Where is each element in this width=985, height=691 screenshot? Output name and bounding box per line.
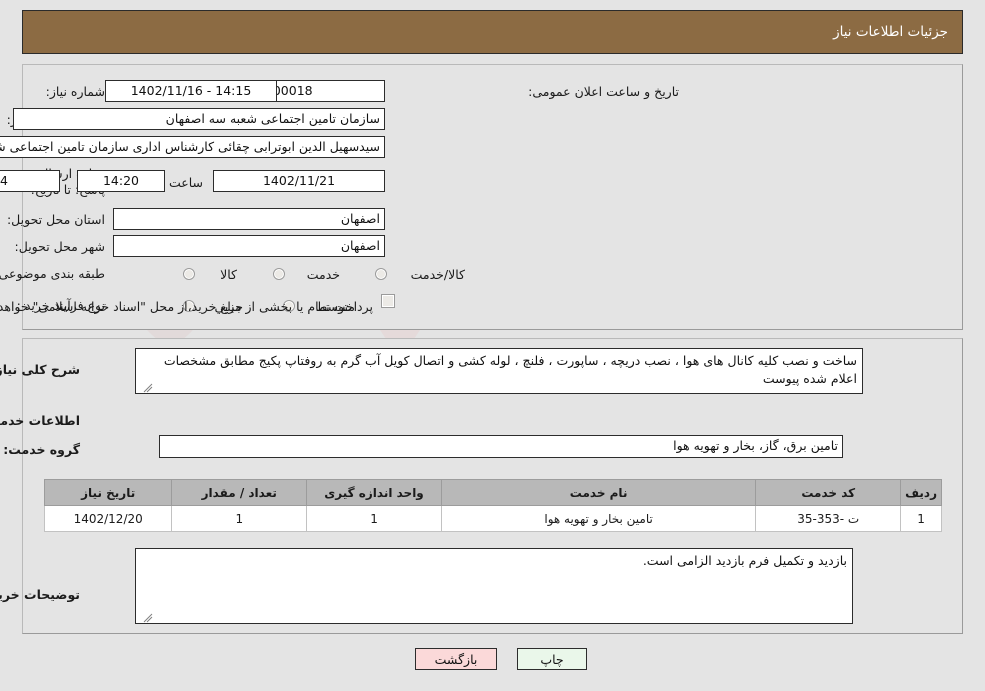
th-qty: تعداد / مقدار bbox=[171, 479, 308, 506]
page-title: جزئیات اطلاعات نیاز bbox=[833, 24, 948, 40]
th-code: کد خدمت bbox=[755, 479, 902, 506]
td-code: ت -353-35 bbox=[755, 505, 902, 532]
table-header-row: ردیف کد خدمت نام خدمت واحد اندازه گیری ت… bbox=[43, 479, 942, 506]
buyer-org-value: سازمان تامین اجتماعی شعبه سه اصفهان bbox=[13, 108, 385, 130]
overall-desc-label: شرح کلی نیاز: bbox=[0, 362, 80, 377]
public-announce-label: تاریخ و ساعت اعلان عمومی: bbox=[528, 84, 679, 99]
td-name: تامین بخار و تهویه هوا bbox=[440, 505, 757, 532]
th-name: نام خدمت bbox=[440, 479, 757, 506]
td-unit: 1 bbox=[306, 505, 442, 532]
deadline-time-value: 14:20 bbox=[77, 170, 165, 192]
th-need-date: تاریخ نیاز bbox=[43, 479, 173, 506]
radio-category-service-label: خدمت bbox=[306, 267, 340, 282]
province-value: اصفهان bbox=[113, 208, 385, 230]
top-info-panel bbox=[22, 64, 963, 330]
public-announce-value: 14:15 - 1402/11/16 bbox=[105, 80, 277, 102]
overall-desc-textarea[interactable]: ساخت و نصب کلیه کانال های هوا ، نصب دریچ… bbox=[135, 348, 863, 394]
th-unit: واحد اندازه گیری bbox=[306, 479, 442, 506]
page-header: جزئیات اطلاعات نیاز bbox=[22, 10, 963, 54]
radio-category-goods-label: کالا bbox=[220, 267, 237, 282]
td-need-date: 1402/12/20 bbox=[43, 505, 173, 532]
th-index: ردیف bbox=[900, 479, 942, 506]
buyer-notes-label: توضیحات خریدار: bbox=[0, 587, 80, 602]
td-qty: 1 bbox=[171, 505, 308, 532]
need-number-label: شماره نیاز: bbox=[45, 84, 105, 99]
buyer-notes-textarea[interactable]: بازدید و تکمیل فرم بازدید الزامی است. bbox=[135, 548, 853, 624]
treasury-note-text: پرداخت تمام یا بخشی از مبلغ خرید،از محل … bbox=[0, 299, 373, 314]
radio-category-goods[interactable] bbox=[183, 268, 195, 280]
treasury-checkbox[interactable] bbox=[381, 294, 395, 308]
service-group-label: گروه خدمت: bbox=[3, 442, 80, 457]
back-button[interactable]: بازگشت bbox=[415, 648, 497, 670]
radio-category-goods-service-label: کالا/خدمت bbox=[410, 267, 465, 282]
radio-category-service[interactable] bbox=[273, 268, 285, 280]
print-button[interactable]: چاپ bbox=[517, 648, 587, 670]
services-section-title: اطلاعات خدمات مورد نیاز bbox=[0, 413, 80, 428]
service-group-value: تامین برق، گاز، بخار و تهویه هوا bbox=[159, 435, 843, 458]
city-label: شهر محل تحویل: bbox=[14, 239, 105, 254]
category-label: طبقه بندی موضوعی: bbox=[0, 266, 105, 281]
services-table: ردیف کد خدمت نام خدمت واحد اندازه گیری ت… bbox=[43, 479, 942, 532]
td-index: 1 bbox=[900, 505, 942, 532]
page-root: AriaTender.net جزئیات اطلاعات نیاز شماره… bbox=[0, 0, 985, 691]
province-label: استان محل تحویل: bbox=[6, 212, 105, 227]
table-row[interactable]: 1 ت -353-35 تامین بخار و تهویه هوا 1 1 1… bbox=[43, 505, 942, 532]
remaining-days-value: 4 bbox=[0, 170, 60, 192]
deadline-hour-label: ساعت bbox=[168, 175, 203, 190]
radio-category-goods-service[interactable] bbox=[375, 268, 387, 280]
city-value: اصفهان bbox=[113, 235, 385, 257]
deadline-date-value: 1402/11/21 bbox=[213, 170, 385, 192]
creator-value: سیدسهیل الدین ابوترابی چقائی کارشناس ادا… bbox=[0, 136, 385, 158]
